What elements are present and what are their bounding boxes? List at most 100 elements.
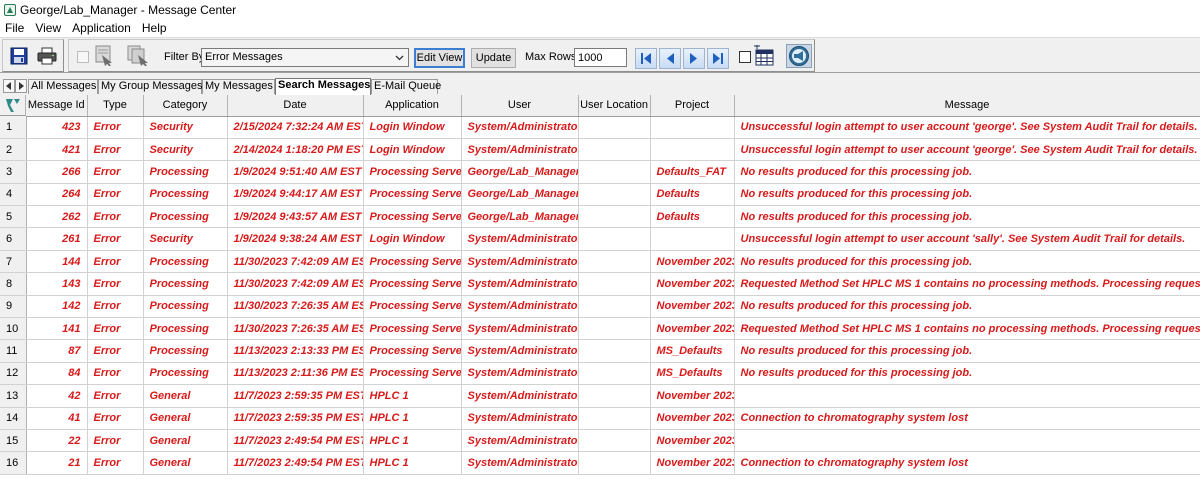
table-row[interactable]: 5 262 Error Processing 1/9/2024 9:43:57 AM E… <box>0 205 1200 229</box>
update-button[interactable]: Update <box>471 48 516 68</box>
cell-user[interactable]: System/Administrator <box>461 429 579 453</box>
view-checkbox[interactable] <box>739 51 751 63</box>
cell-message[interactable]: Unsuccessful login attempt to user accou… <box>734 116 1200 139</box>
row-number[interactable]: 10 <box>0 317 27 341</box>
filter-select[interactable]: Error Messages <box>201 48 409 67</box>
cell-message-id[interactable]: 41 <box>26 407 88 430</box>
cell-user[interactable]: System/Administrator <box>461 138 579 162</box>
cell-project[interactable]: MS_Defaults <box>650 362 735 386</box>
cell-category[interactable]: General <box>143 451 228 475</box>
cell-category[interactable]: Processing <box>143 317 228 341</box>
column-header-user[interactable]: User <box>461 95 579 117</box>
row-number[interactable]: 3 <box>0 160 27 184</box>
cell-type[interactable]: Error <box>87 362 144 386</box>
row-number[interactable]: 9 <box>0 295 27 319</box>
cell-application[interactable]: Login Window <box>363 116 462 139</box>
cell-message-id[interactable]: 266 <box>26 160 88 184</box>
row-number[interactable]: 13 <box>0 384 27 408</box>
cell-type[interactable]: Error <box>87 384 144 408</box>
cell-date[interactable]: 11/30/2023 7:42:09 AM EST <box>227 250 364 274</box>
edit-view-button[interactable]: Edit View <box>414 48 465 68</box>
acknowledge-icon[interactable] <box>91 44 117 68</box>
cell-type[interactable]: Error <box>87 295 144 319</box>
broadcast-icon[interactable] <box>786 44 812 68</box>
column-header-type[interactable]: Type <box>87 95 144 117</box>
column-header-application[interactable]: Application <box>363 95 462 117</box>
cell-user-location[interactable] <box>578 272 651 296</box>
menu-help[interactable]: Help <box>141 21 168 35</box>
cell-project[interactable]: Defaults <box>650 205 735 229</box>
table-row[interactable]: 13 42 Error General 11/7/2023 2:59:35 PM EST… <box>0 384 1200 408</box>
cell-user[interactable]: System/Administrator <box>461 451 579 475</box>
cell-category[interactable]: Security <box>143 138 228 162</box>
cell-date[interactable]: 11/7/2023 2:59:35 PM EST <box>227 407 364 430</box>
cell-message-id[interactable]: 144 <box>26 250 88 274</box>
cell-date[interactable]: 11/30/2023 7:26:35 AM EST <box>227 295 364 319</box>
cell-application[interactable]: HPLC 1 <box>363 429 462 453</box>
cell-application[interactable]: HPLC 1 <box>363 407 462 430</box>
cell-message[interactable]: Requested Method Set HPLC MS 1 contains … <box>734 317 1200 341</box>
save-icon[interactable] <box>8 46 30 66</box>
cell-message[interactable] <box>734 384 1200 408</box>
cell-user[interactable]: System/Administrator <box>461 295 579 319</box>
select-checkbox[interactable] <box>77 51 89 63</box>
cell-application[interactable]: Processing Server <box>363 272 462 296</box>
cell-type[interactable]: Error <box>87 160 144 184</box>
cell-application[interactable]: Login Window <box>363 138 462 162</box>
cell-application[interactable]: Processing Server <box>363 183 462 207</box>
table-row[interactable]: 6 261 Error Security 1/9/2024 9:38:24 AM EST… <box>0 227 1200 251</box>
cell-category[interactable]: Processing <box>143 205 228 229</box>
column-header-user-location[interactable]: User Location <box>578 95 651 117</box>
cell-category[interactable]: Processing <box>143 160 228 184</box>
cell-message-id[interactable]: 84 <box>26 362 88 386</box>
cell-category[interactable]: Security <box>143 227 228 251</box>
column-header-date[interactable]: Date <box>227 95 364 117</box>
cell-message[interactable]: Connection to chromatography system lost <box>734 407 1200 430</box>
cell-category[interactable]: General <box>143 429 228 453</box>
cell-project[interactable]: November 2023 <box>650 429 735 453</box>
row-number[interactable]: 5 <box>0 205 27 229</box>
cell-category[interactable]: Processing <box>143 362 228 386</box>
cell-user[interactable]: George/Lab_Manager <box>461 160 579 184</box>
cell-user[interactable]: System/Administrator <box>461 339 579 363</box>
cell-project[interactable]: November 2023 <box>650 451 735 475</box>
cell-application[interactable]: Processing Server <box>363 317 462 341</box>
tab-email-queue[interactable]: E-Mail Queue <box>371 79 441 94</box>
cell-type[interactable]: Error <box>87 227 144 251</box>
table-row[interactable]: 16 21 Error General 11/7/2023 2:49:54 PM EST… <box>0 451 1200 475</box>
cell-date[interactable]: 2/15/2024 7:32:24 AM EST <box>227 116 364 139</box>
acknowledge-all-icon[interactable] <box>125 44 153 68</box>
cell-user[interactable]: George/Lab_Manager <box>461 205 579 229</box>
column-header-message[interactable]: Message <box>734 95 1200 117</box>
table-row[interactable]: 3 266 Error Processing 1/9/2024 9:51:40 AM E… <box>0 160 1200 184</box>
cell-date[interactable]: 11/7/2023 2:49:54 PM EST <box>227 451 364 475</box>
cell-user-location[interactable] <box>578 451 651 475</box>
table-row[interactable]: 10 141 Error Processing 11/30/2023 7:26:35 A… <box>0 317 1200 341</box>
table-row[interactable]: 9 142 Error Processing 11/30/2023 7:26:35 AM… <box>0 295 1200 319</box>
cell-message-id[interactable]: 143 <box>26 272 88 296</box>
cell-application[interactable]: Processing Server <box>363 295 462 319</box>
table-row[interactable]: 2 421 Error Security 2/14/2024 1:18:20 PM ES… <box>0 138 1200 162</box>
cell-message[interactable]: No results produced for this processing … <box>734 362 1200 386</box>
cell-user-location[interactable] <box>578 429 651 453</box>
cell-message[interactable]: No results produced for this processing … <box>734 250 1200 274</box>
cell-type[interactable]: Error <box>87 451 144 475</box>
cell-message[interactable]: No results produced for this processing … <box>734 183 1200 207</box>
cell-project[interactable]: Defaults <box>650 183 735 207</box>
cell-type[interactable]: Error <box>87 116 144 139</box>
cell-message-id[interactable]: 423 <box>26 116 88 139</box>
cell-date[interactable]: 11/13/2023 2:13:33 PM EST <box>227 339 364 363</box>
cell-message-id[interactable]: 141 <box>26 317 88 341</box>
tab-my-messages[interactable]: My Messages <box>202 79 275 94</box>
cell-message-id[interactable]: 264 <box>26 183 88 207</box>
cell-message[interactable]: Unsuccessful login attempt to user accou… <box>734 227 1200 251</box>
cell-project[interactable]: November 2023 <box>650 250 735 274</box>
cell-date[interactable]: 1/9/2024 9:38:24 AM EST <box>227 227 364 251</box>
menu-view[interactable]: View <box>34 21 62 35</box>
cell-user-location[interactable] <box>578 295 651 319</box>
cell-user[interactable]: System/Administrator <box>461 272 579 296</box>
row-number[interactable]: 1 <box>0 116 27 139</box>
tab-my-group-messages[interactable]: My Group Messages <box>98 79 202 94</box>
cell-date[interactable]: 1/9/2024 9:51:40 AM EST <box>227 160 364 184</box>
cell-date[interactable]: 1/9/2024 9:43:57 AM EST <box>227 205 364 229</box>
